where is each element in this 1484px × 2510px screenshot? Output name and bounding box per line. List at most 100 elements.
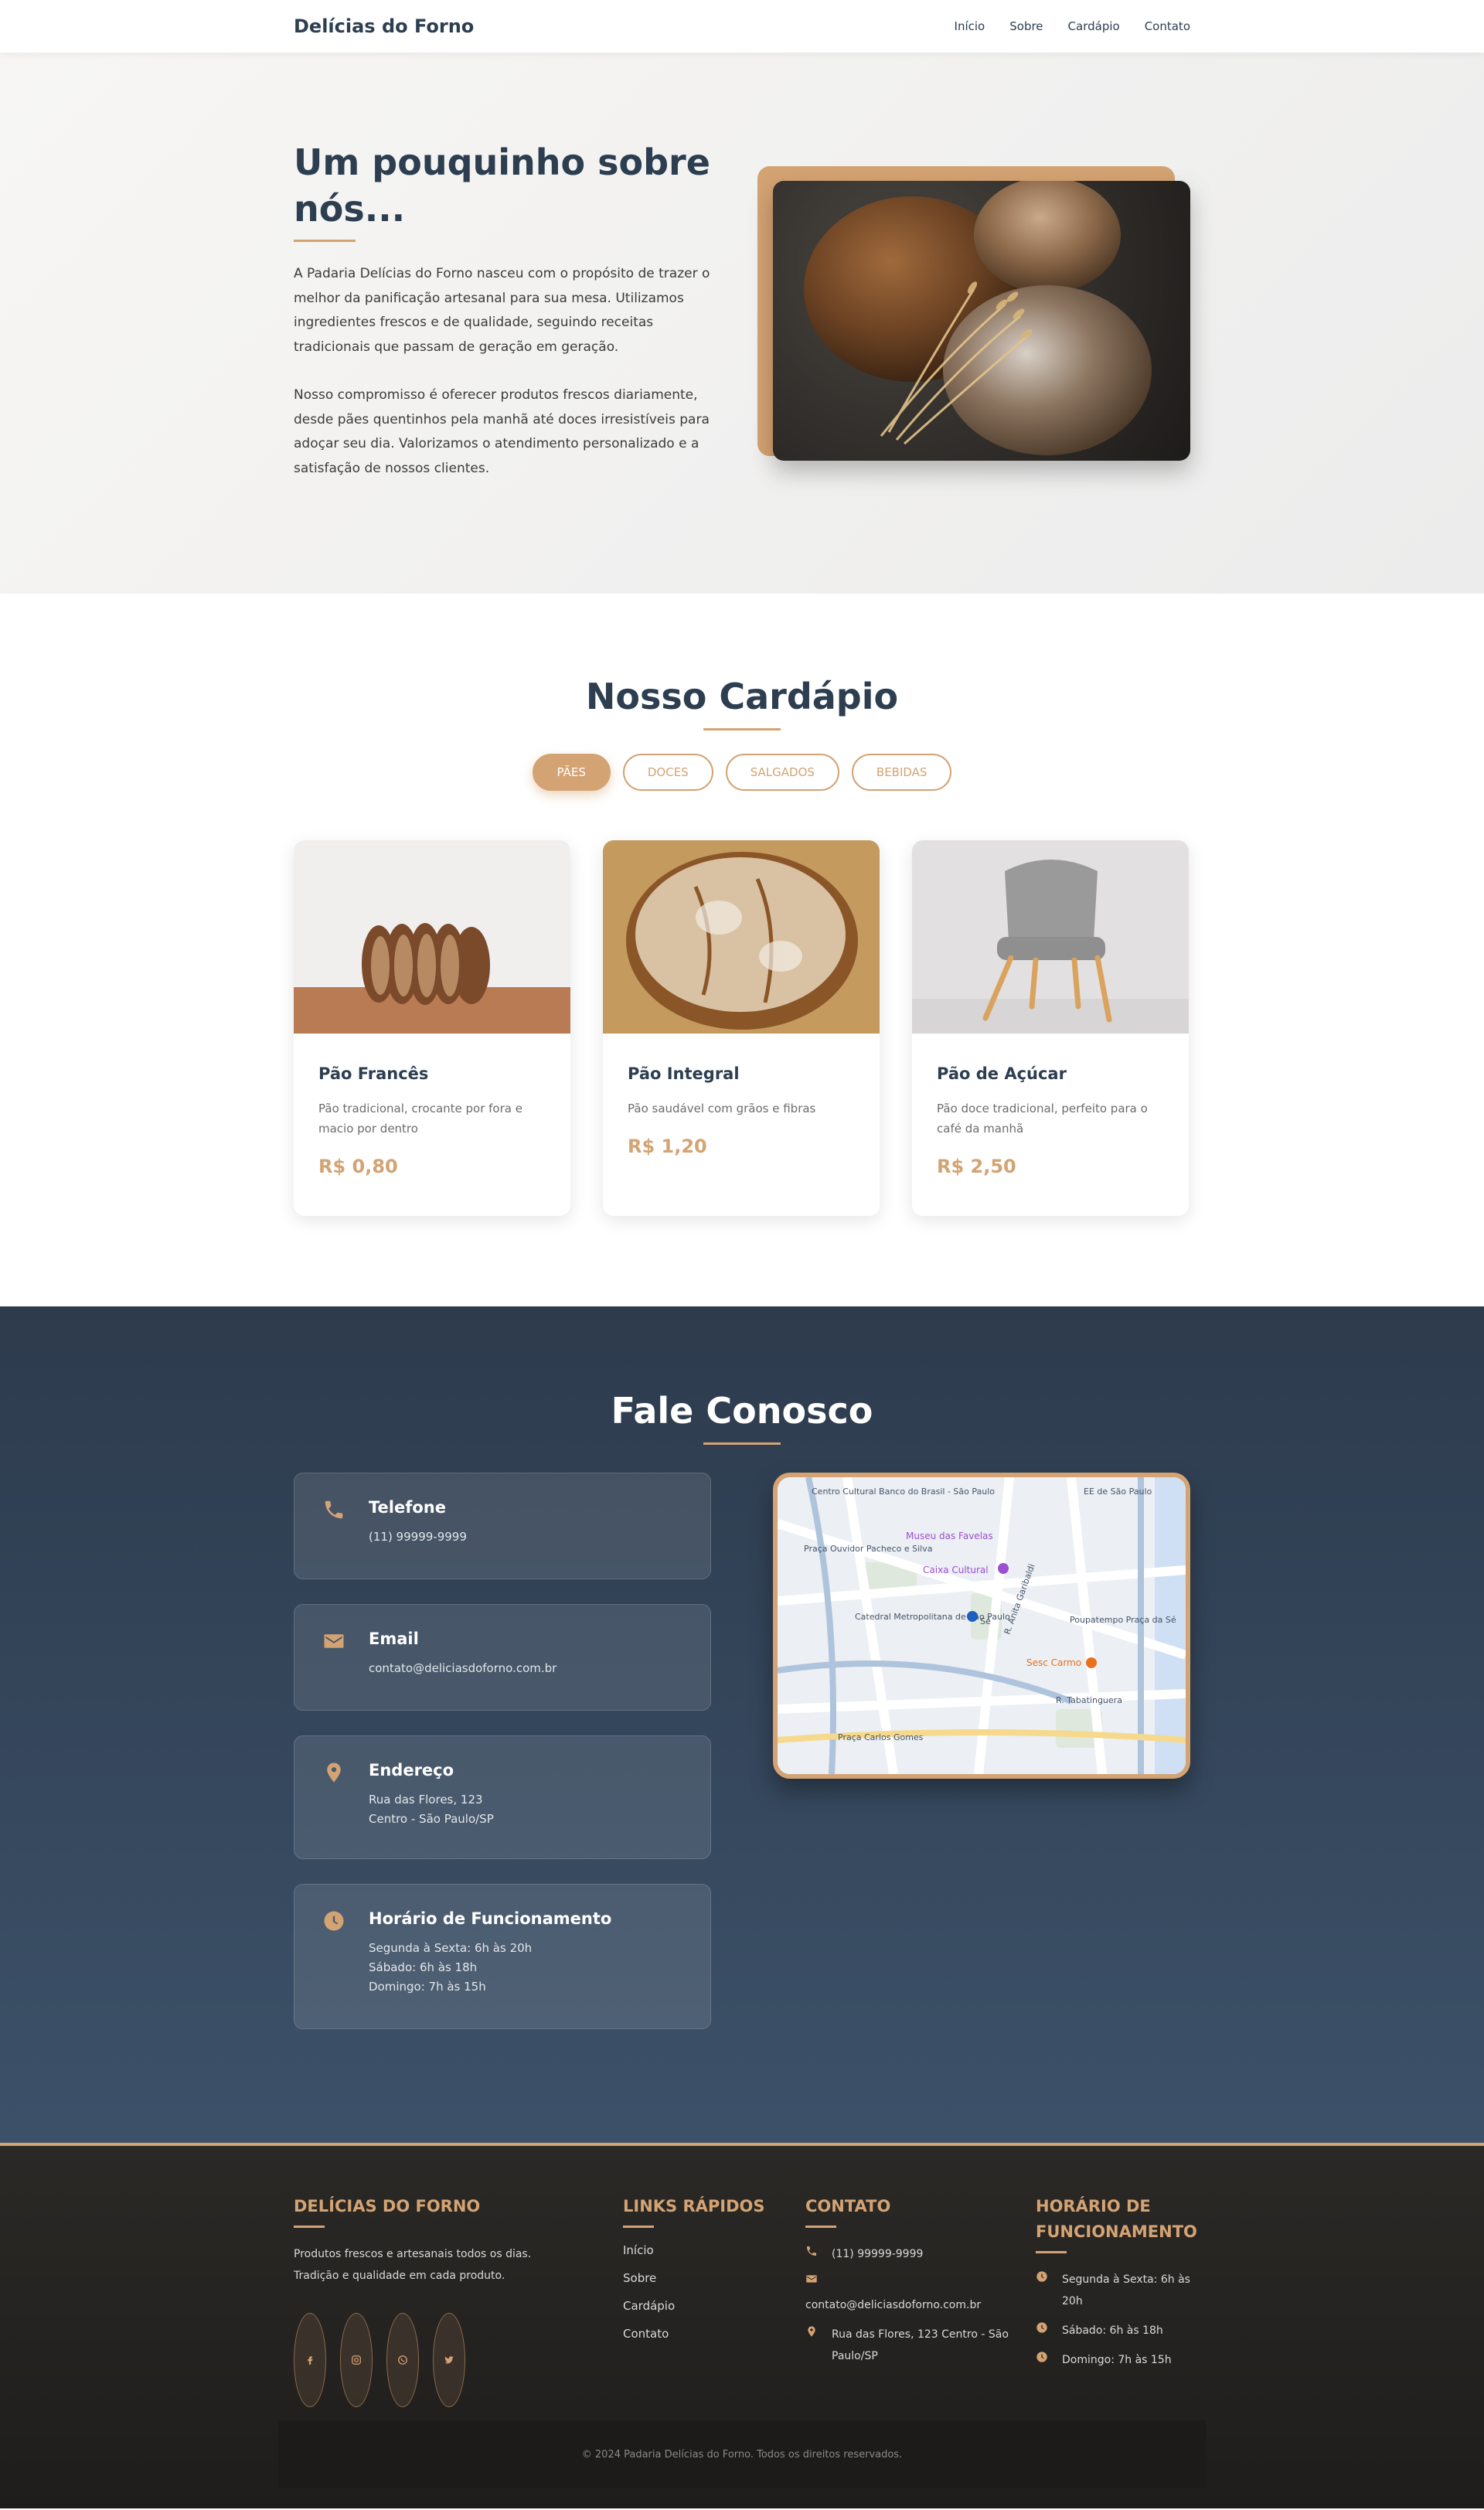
navbar: Delícias do Forno Início Sobre Cardápio … xyxy=(0,0,1484,53)
menu-title: Nosso Cardápio xyxy=(585,676,899,717)
contact-title: Fale Conosco xyxy=(611,1390,873,1432)
footer-address: Rua das Flores, 123 Centro - São Paulo/S… xyxy=(805,2324,1036,2367)
envelope-icon xyxy=(805,2273,1036,2294)
nav-link-sobre[interactable]: Sobre xyxy=(1009,19,1043,33)
hours-line: Segunda à Sexta: 6h às 20h xyxy=(369,1941,533,1955)
info-title: Endereço xyxy=(369,1761,454,1779)
card-body: Pão Integral Pão saudável com grãos e fi… xyxy=(603,1034,880,1157)
filter-doces-button[interactable]: DOCES xyxy=(622,754,713,791)
map-label: Caixa Cultural xyxy=(923,1565,989,1575)
menu-filters: PÃES DOCES SALGADOS BEBIDAS xyxy=(294,754,1190,791)
footer-address-text: Rua das Flores, 123 Centro - São Paulo/S… xyxy=(832,2328,1009,2362)
contact-grid: Telefone (11) 99999-9999 Email contato@d… xyxy=(294,1473,1190,2054)
nav-link-inicio[interactable]: Início xyxy=(955,19,985,33)
envelope-icon xyxy=(322,1630,345,1653)
hours-line: Sábado: 6h às 18h xyxy=(369,1960,478,1974)
info-title: Telefone xyxy=(369,1498,446,1517)
card-price: R$ 1,20 xyxy=(628,1136,707,1157)
phone-number[interactable]: (11) 99999-9999 xyxy=(369,1527,687,1547)
about-image-wrapper xyxy=(757,53,1190,594)
card-body: Pão de Açúcar Pão doce tradicional, perf… xyxy=(912,1034,1189,1177)
footer-hours-item: Sábado: 6h às 18h xyxy=(1036,2320,1190,2341)
menu-section: Nosso Cardápio PÃES DOCES SALGADOS BEBID… xyxy=(0,594,1484,1306)
footer-links-column: LINKS RÁPIDOS Início Sobre Cardápio Cont… xyxy=(623,2194,805,2420)
map-label: Centro Cultural Banco do Brasil - São Pa… xyxy=(812,1487,995,1497)
footer-link-cardapio[interactable]: Cardápio xyxy=(623,2299,805,2313)
nav-link-cardapio[interactable]: Cardápio xyxy=(1068,19,1120,33)
phone-icon xyxy=(322,1498,345,1521)
about-bread-image xyxy=(773,181,1190,461)
footer-brand-title: DELÍCIAS DO FORNO xyxy=(294,2197,481,2215)
menu-cards: Pão Francês Pão tradicional, crocante po… xyxy=(294,840,1190,1216)
map-label: Sesc Carmo xyxy=(1026,1657,1081,1668)
footer-grid: DELÍCIAS DO FORNO Produtos frescos e art… xyxy=(294,2146,1197,2420)
card-description: Pão tradicional, crocante por fora e mac… xyxy=(318,1102,522,1136)
filter-bebidas-button[interactable]: BEBIDAS xyxy=(851,754,952,791)
location-pin-icon xyxy=(322,1761,345,1784)
info-title: Email xyxy=(369,1630,419,1648)
facebook-icon[interactable] xyxy=(294,2313,326,2407)
footer-link-inicio[interactable]: Início xyxy=(623,2243,805,2257)
menu-card[interactable]: Pão de Açúcar Pão doce tradicional, perf… xyxy=(912,840,1189,1216)
clock-icon xyxy=(322,1909,345,1933)
map-label: Praça Ouvidor Pacheco e Silva xyxy=(804,1544,932,1554)
footer-hours-item: Segunda à Sexta: 6h às 20h xyxy=(1036,2269,1190,2312)
map-label: Sé xyxy=(980,1616,991,1626)
email-address[interactable]: contato@deliciasdoforno.com.br xyxy=(369,1659,687,1678)
whatsapp-icon[interactable] xyxy=(386,2313,419,2407)
address-line: Rua das Flores, 123 xyxy=(369,1793,483,1807)
contact-title-underline xyxy=(703,1442,781,1445)
address-line: Centro - São Paulo/SP xyxy=(369,1812,494,1826)
nav-links: Início Sobre Cardápio Contato xyxy=(955,19,1190,33)
social-links xyxy=(294,2313,623,2407)
footer-link-contato[interactable]: Contato xyxy=(623,2327,805,2341)
footer-title-underline xyxy=(1036,2251,1067,2253)
card-description: Pão saudável com grãos e fibras xyxy=(628,1102,816,1115)
clock-icon xyxy=(1036,2349,1062,2371)
map-label: Museu das Favelas xyxy=(906,1531,993,1541)
footer: DELÍCIAS DO FORNO Produtos frescos e art… xyxy=(0,2143,1484,2508)
footer-email-text: contato@deliciasdoforno.com.br xyxy=(805,2299,982,2311)
info-card-hours: Horário de Funcionamento Segunda à Sexta… xyxy=(294,1884,711,2029)
footer-title-underline xyxy=(805,2226,836,2228)
filter-paes-button[interactable]: PÃES xyxy=(532,754,611,791)
location-map[interactable]: Centro Cultural Banco do Brasil - São Pa… xyxy=(773,1473,1190,1779)
footer-link-sobre[interactable]: Sobre xyxy=(623,2271,805,2285)
filter-salgados-button[interactable]: SALGADOS xyxy=(725,754,839,791)
menu-card[interactable]: Pão Francês Pão tradicional, crocante po… xyxy=(294,840,570,1216)
footer-phone-text: (11) 99999-9999 xyxy=(832,2248,924,2260)
nav-link-contato[interactable]: Contato xyxy=(1145,19,1190,33)
card-price: R$ 0,80 xyxy=(318,1156,398,1177)
instagram-icon[interactable] xyxy=(340,2313,373,2407)
footer-hours-text: Segunda à Sexta: 6h às 20h xyxy=(1062,2273,1190,2307)
map-label: EE de São Paulo xyxy=(1084,1487,1152,1497)
card-title: Pão Francês xyxy=(318,1064,429,1083)
footer-brand-column: DELÍCIAS DO FORNO Produtos frescos e art… xyxy=(294,2194,623,2420)
footer-hours-title: HORÁRIO DE FUNCIONAMENTO xyxy=(1036,2197,1197,2241)
footer-contact-column: CONTATO (11) 99999-9999 contato@delicias… xyxy=(805,2194,1036,2420)
copyright-text: © 2024 Padaria Delícias do Forno. Todos … xyxy=(581,2448,903,2461)
phone-icon xyxy=(805,2243,832,2265)
menu-card[interactable]: Pão Integral Pão saudável com grãos e fi… xyxy=(603,840,880,1216)
about-title: Um pouquinho sobre nós... xyxy=(294,141,710,230)
contact-info-column: Telefone (11) 99999-9999 Email contato@d… xyxy=(294,1473,711,2054)
footer-phone[interactable]: (11) 99999-9999 xyxy=(805,2243,1036,2265)
card-title: Pão de Açúcar xyxy=(937,1064,1067,1083)
card-description: Pão doce tradicional, perfeito para o ca… xyxy=(937,1102,1148,1136)
brand-logo[interactable]: Delícias do Forno xyxy=(294,15,474,37)
map-label: Praça Carlos Gomes xyxy=(838,1732,924,1742)
twitter-icon[interactable] xyxy=(433,2313,465,2407)
footer-hours-item: Domingo: 7h às 15h xyxy=(1036,2349,1190,2371)
footer-contact-title: CONTATO xyxy=(805,2197,891,2215)
map-label: R. Tabatinguera xyxy=(1056,1695,1122,1705)
contact-section: Fale Conosco Telefone (11) 99999-9999 Em… xyxy=(0,1306,1484,2143)
footer-hours-text: Sábado: 6h às 18h xyxy=(1062,2324,1163,2337)
card-body: Pão Francês Pão tradicional, crocante po… xyxy=(294,1034,570,1177)
info-card-email: Email contato@deliciasdoforno.com.br xyxy=(294,1604,711,1711)
card-image-pao-de-acucar xyxy=(912,840,1189,1034)
footer-hours-column: HORÁRIO DE FUNCIONAMENTO Segunda à Sexta… xyxy=(1036,2194,1197,2420)
footer-email[interactable]: contato@deliciasdoforno.com.br xyxy=(805,2273,1036,2316)
about-text: Um pouquinho sobre nós... A Padaria Delí… xyxy=(294,53,711,594)
footer-hours-text: Domingo: 7h às 15h xyxy=(1062,2354,1172,2366)
card-image-pao-integral xyxy=(603,840,880,1034)
